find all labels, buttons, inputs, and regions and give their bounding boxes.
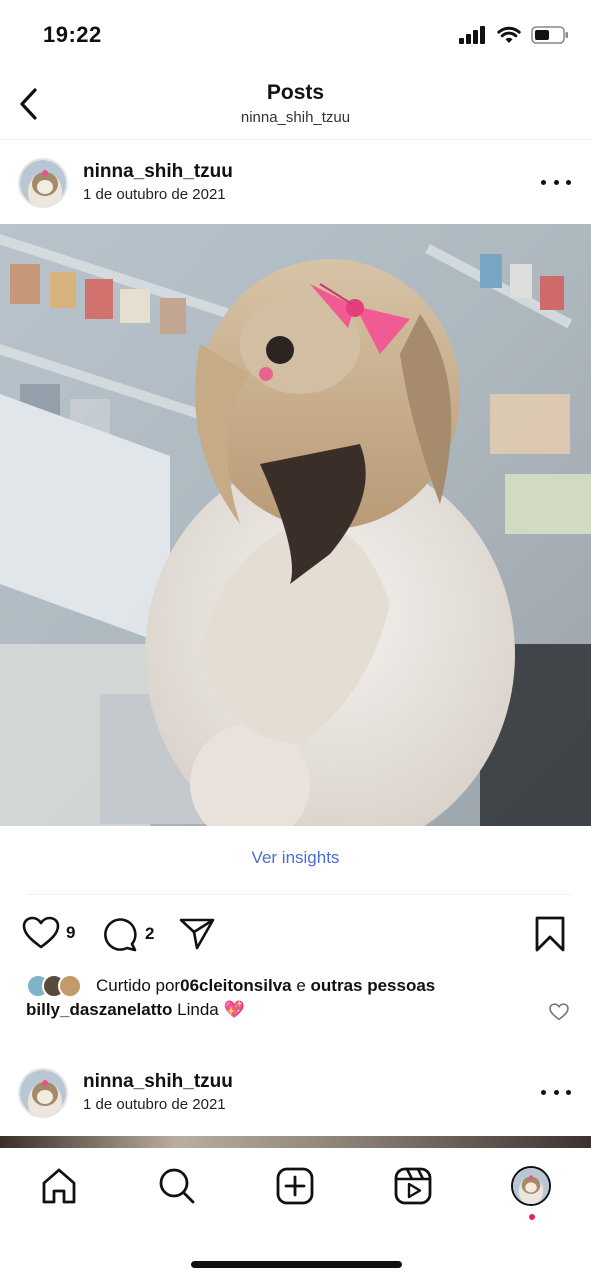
liked-by-others[interactable]: outras pessoas [311, 976, 436, 996]
status-bar: 19:22 [0, 0, 591, 72]
nav-reels[interactable] [393, 1166, 433, 1206]
reels-icon [394, 1167, 432, 1205]
post-username[interactable]: ninna_shih_tzuu [83, 161, 233, 183]
nav-home[interactable] [39, 1166, 79, 1206]
status-icons [459, 26, 569, 44]
comment-action[interactable]: 2 [101, 916, 154, 952]
search-icon [159, 1168, 195, 1204]
avatar [511, 1166, 551, 1206]
dot-icon [566, 1089, 571, 1095]
divider [26, 894, 571, 895]
post-header: ninna_shih_tzuu 1 de outubro de 2021 [0, 148, 591, 218]
post-actions: 9 2 [0, 912, 591, 956]
comment-preview[interactable]: billy_daszanelatto Linda 💖 [26, 1000, 245, 1020]
post-date: 1 de outubro de 2021 [83, 186, 226, 203]
liked-by-prefix: Curtido por [96, 976, 181, 995]
liked-by[interactable]: Curtido por 06cleitonsilva e outras pess… [26, 972, 435, 1000]
liked-by-user[interactable]: 06cleitonsilva [180, 976, 292, 996]
avatar[interactable] [18, 1068, 68, 1118]
heart-icon [22, 916, 60, 949]
dog-avatar-icon [20, 160, 66, 206]
heart-icon [549, 1003, 569, 1021]
signal-icon [459, 26, 485, 44]
top-header: Posts ninna_shih_tzuu [0, 72, 591, 140]
dot-icon [553, 179, 559, 185]
post-header: ninna_shih_tzuu 1 de outubro de 2021 [0, 1058, 591, 1128]
more-options-button[interactable] [541, 172, 571, 192]
dot-icon [566, 179, 571, 185]
comment-icon [104, 918, 137, 952]
dot-icon [541, 1089, 546, 1095]
create-icon [276, 1167, 314, 1205]
avatar [58, 974, 82, 998]
comments-count: 2 [145, 924, 155, 943]
home-indicator[interactable] [191, 1261, 402, 1268]
avatar[interactable] [18, 158, 68, 208]
home-icon [42, 1168, 76, 1204]
dog-photo [0, 224, 591, 826]
nav-search[interactable] [157, 1166, 197, 1206]
save-button[interactable] [534, 915, 566, 953]
comment-text: Linda 💖 [172, 1000, 245, 1019]
page-title: Posts [266, 81, 325, 104]
comment-username[interactable]: billy_daszanelatto [26, 1000, 172, 1019]
post-image[interactable] [0, 224, 591, 826]
view-insights-link[interactable]: Ver insights [0, 848, 591, 868]
comment-like-button[interactable] [549, 1003, 569, 1026]
dog-avatar-icon [513, 1168, 549, 1204]
send-icon [179, 918, 215, 950]
share-button[interactable] [178, 916, 216, 952]
like-action[interactable]: 9 [22, 916, 75, 950]
likes-count: 9 [66, 923, 76, 942]
more-options-button[interactable] [541, 1082, 571, 1102]
dot-icon [541, 179, 546, 185]
next-post-image[interactable] [0, 1136, 591, 1148]
wifi-icon [497, 26, 521, 43]
notification-dot [529, 1214, 535, 1220]
bookmark-icon [535, 916, 565, 952]
status-time: 19:22 [43, 22, 102, 47]
battery-icon [531, 26, 568, 44]
nav-create[interactable] [275, 1166, 315, 1206]
page-subtitle: ninna_shih_tzuu [240, 109, 351, 126]
dog-avatar-icon [20, 1070, 66, 1116]
post-username[interactable]: ninna_shih_tzuu [83, 1071, 233, 1093]
nav-profile[interactable] [511, 1166, 551, 1206]
post-date: 1 de outubro de 2021 [83, 1096, 226, 1113]
liked-by-join: e [291, 976, 311, 995]
liker-avatars [26, 974, 82, 998]
dot-icon [553, 1089, 559, 1095]
